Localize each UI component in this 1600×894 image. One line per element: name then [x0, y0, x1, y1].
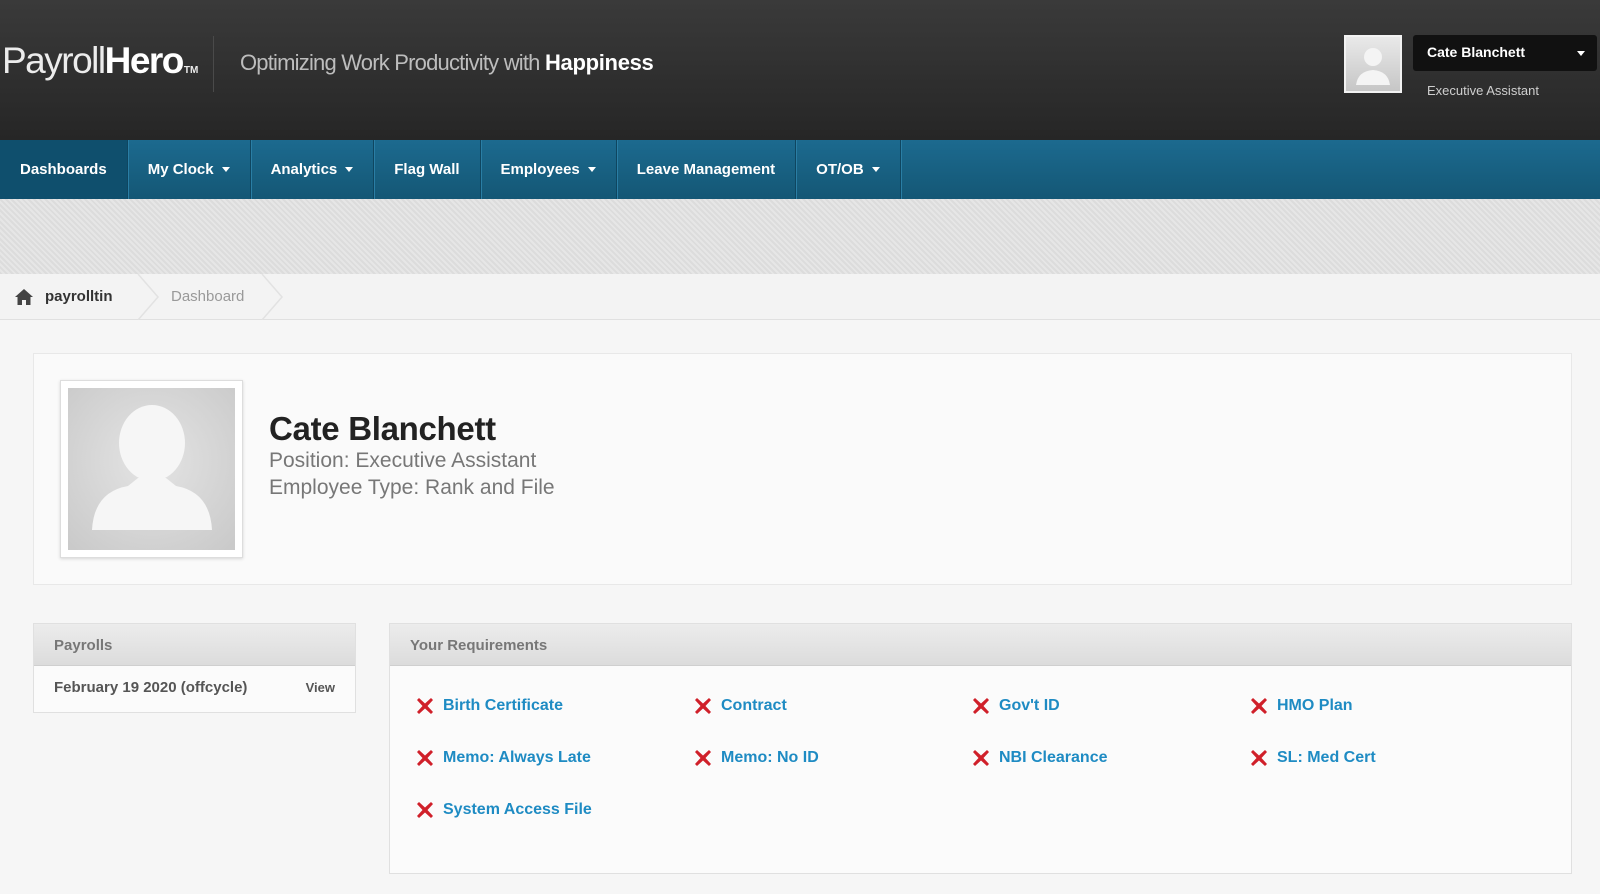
- user-role: Executive Assistant: [1427, 83, 1539, 98]
- nav-leave-management[interactable]: Leave Management: [617, 140, 797, 199]
- requirement-item[interactable]: SL: Med Cert: [1250, 749, 1376, 767]
- user-menu-name: Cate Blanchett: [1427, 44, 1526, 60]
- requirement-label: Gov't ID: [999, 697, 1060, 714]
- breadcrumb-separator-icon: [261, 274, 283, 320]
- top-header: PayrollHeroTM Optimizing Work Productivi…: [0, 0, 1600, 140]
- caret-down-icon: [221, 167, 230, 172]
- nav-employees[interactable]: Employees: [481, 140, 617, 199]
- caret-down-icon: [871, 167, 880, 172]
- profile-employee-type: Employee Type: Rank and File: [269, 476, 555, 499]
- x-mark-icon: [1250, 749, 1268, 767]
- profile-photo: [60, 380, 243, 558]
- decorative-pattern-band: [0, 199, 1600, 274]
- requirement-label: System Access File: [443, 801, 592, 818]
- nav-flag-wall[interactable]: Flag Wall: [374, 140, 481, 199]
- requirement-item[interactable]: Contract: [694, 697, 787, 715]
- requirement-label: Contract: [721, 697, 787, 714]
- chevron-down-icon: [1577, 51, 1585, 56]
- profile-position: Position: Executive Assistant: [269, 449, 537, 472]
- requirement-item[interactable]: Memo: Always Late: [416, 749, 591, 767]
- app-logo[interactable]: PayrollHeroTM: [2, 40, 198, 82]
- main-nav: Dashboards My Clock Analytics Flag Wall …: [0, 140, 1600, 199]
- requirement-label: Birth Certificate: [443, 697, 564, 714]
- x-mark-icon: [694, 697, 712, 715]
- nav-ot-ob[interactable]: OT/OB: [796, 140, 901, 199]
- profile-card: Cate Blanchett Position: Executive Assis…: [33, 353, 1572, 585]
- home-icon[interactable]: [14, 288, 34, 306]
- payrolls-panel: Payrolls February 19 2020 (offcycle) Vie…: [33, 623, 356, 713]
- caret-down-icon: [587, 167, 596, 172]
- x-mark-icon: [416, 697, 434, 715]
- x-mark-icon: [972, 749, 990, 767]
- x-mark-icon: [416, 801, 434, 819]
- requirement-label: NBI Clearance: [999, 749, 1108, 766]
- requirement-item[interactable]: HMO Plan: [1250, 697, 1353, 715]
- breadcrumb-home[interactable]: payrolltin: [45, 288, 113, 305]
- payroll-label: February 19 2020 (offcycle): [54, 679, 248, 696]
- nav-my-clock[interactable]: My Clock: [128, 140, 251, 199]
- person-silhouette-icon: [92, 405, 212, 530]
- x-mark-icon: [1250, 697, 1268, 715]
- requirement-item[interactable]: System Access File: [416, 801, 592, 819]
- requirement-label: HMO Plan: [1277, 697, 1353, 714]
- payroll-row: February 19 2020 (offcycle) View: [34, 666, 355, 710]
- requirement-item[interactable]: Birth Certificate: [416, 697, 563, 715]
- breadcrumb: payrolltin Dashboard: [0, 274, 1600, 320]
- requirement-label: Memo: Always Late: [443, 749, 591, 766]
- payrolls-panel-title: Payrolls: [34, 624, 355, 666]
- breadcrumb-separator-icon: [137, 274, 159, 320]
- breadcrumb-current: Dashboard: [171, 288, 245, 305]
- requirement-item[interactable]: NBI Clearance: [972, 749, 1108, 767]
- requirements-panel-title: Your Requirements: [390, 624, 1571, 666]
- requirement-item[interactable]: Memo: No ID: [694, 749, 819, 767]
- nav-dashboards[interactable]: Dashboards: [0, 140, 128, 199]
- user-avatar[interactable]: [1344, 35, 1402, 93]
- requirement-item[interactable]: Gov't ID: [972, 697, 1060, 715]
- user-menu-dropdown[interactable]: Cate Blanchett: [1413, 35, 1597, 71]
- caret-down-icon: [345, 167, 354, 172]
- requirement-label: SL: Med Cert: [1277, 749, 1376, 766]
- x-mark-icon: [416, 749, 434, 767]
- x-mark-icon: [972, 697, 990, 715]
- nav-analytics[interactable]: Analytics: [251, 140, 375, 199]
- header-divider: [213, 36, 214, 92]
- requirement-label: Memo: No ID: [721, 749, 819, 766]
- payroll-view-link[interactable]: View: [306, 680, 335, 695]
- tagline: Optimizing Work Productivity with Happin…: [240, 50, 654, 75]
- profile-name: Cate Blanchett: [269, 410, 496, 447]
- avatar-silhouette-icon: [1356, 48, 1390, 85]
- x-mark-icon: [694, 749, 712, 767]
